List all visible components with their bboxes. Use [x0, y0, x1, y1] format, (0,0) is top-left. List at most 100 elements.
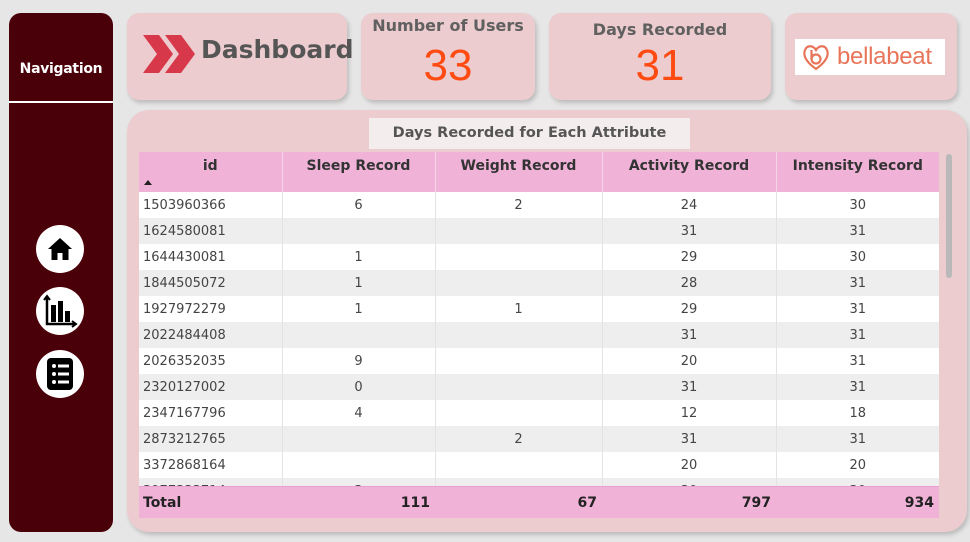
table-button[interactable] — [36, 350, 84, 398]
cell-activity: 30 — [602, 478, 777, 486]
column-header-sleep[interactable]: Sleep Record — [282, 152, 436, 192]
total-intensity: 934 — [904, 495, 934, 511]
cell-intensity: 30 — [849, 197, 867, 213]
list-icon — [47, 358, 73, 390]
cell-intensity: 31 — [849, 301, 867, 317]
cell-intensity: 31 — [849, 431, 867, 447]
cell-activity: 20 — [602, 348, 777, 374]
cell-sleep: 9 — [282, 348, 436, 374]
table-row: 2320127002 0 31 31 — [139, 374, 939, 400]
table-row: 2347167796 4 12 18 — [139, 400, 939, 426]
cell-weight — [435, 218, 603, 244]
cell-id: 1644430081 — [139, 244, 283, 270]
cell-sleep: 3 — [282, 478, 436, 486]
table-body[interactable]: 1503960366 6 2 24 30 1624580081 31 31 1644430081… — [139, 192, 939, 486]
bar-chart-icon — [43, 294, 78, 328]
cell-intensity: 30 — [849, 249, 867, 265]
cell-sleep: 4 — [282, 400, 436, 426]
users-value: 33 — [423, 41, 473, 90]
cell-intensity: 31 — [849, 275, 867, 291]
dashboard-title: Dashboard — [201, 35, 354, 64]
total-weight: 67 — [577, 495, 597, 511]
cell-weight — [435, 452, 603, 478]
total-activity: 797 — [741, 495, 771, 511]
cell-id: 3372868164 — [139, 452, 283, 478]
chart-button[interactable] — [36, 287, 84, 335]
cell-sleep — [282, 218, 436, 244]
bellabeat-logo-icon — [803, 45, 829, 71]
users-kpi-card: Number of Users 33 — [361, 13, 535, 100]
table-total-row: Total 111 67 797 934 — [139, 486, 939, 518]
table-row: 2873212765 2 31 31 — [139, 426, 939, 452]
cell-id: 1844505072 — [139, 270, 283, 296]
total-sleep: 111 — [400, 495, 430, 511]
column-header-id[interactable]: id — [139, 152, 283, 192]
cell-activity: 31 — [602, 322, 777, 348]
cell-weight — [435, 400, 603, 426]
cell-activity: 31 — [602, 426, 777, 452]
cell-weight — [435, 322, 603, 348]
cell-activity: 29 — [602, 244, 777, 270]
cell-sleep: 1 — [282, 244, 436, 270]
table-row: 1844505072 1 28 31 — [139, 270, 939, 296]
cell-sleep — [282, 426, 436, 452]
column-header-weight[interactable]: Weight Record — [435, 152, 603, 192]
cell-activity: 31 — [602, 218, 777, 244]
cell-activity: 28 — [602, 270, 777, 296]
home-icon — [48, 238, 72, 260]
cell-sleep — [282, 322, 436, 348]
cell-intensity: 31 — [849, 327, 867, 343]
cell-sleep: 1 — [282, 296, 436, 322]
cell-id: 1927972279 — [139, 296, 283, 322]
cell-activity: 20 — [602, 452, 777, 478]
column-header-activity[interactable]: Activity Record — [602, 152, 777, 192]
table-row: 1927972279 1 1 29 31 — [139, 296, 939, 322]
cell-intensity: 31 — [849, 353, 867, 369]
cell-id: 1503960366 — [139, 192, 283, 218]
total-label: Total — [143, 495, 182, 511]
navigation-title: Navigation — [19, 61, 103, 77]
cell-intensity: 18 — [849, 405, 867, 421]
cell-intensity: 31 — [849, 379, 867, 395]
navigation-sidebar: Navigation — [9, 13, 113, 532]
cell-sleep: 6 — [282, 192, 436, 218]
days-kpi-card: Days Recorded 31 — [549, 13, 771, 100]
logo-text: bellabeat — [837, 43, 932, 70]
nav-divider — [9, 101, 113, 103]
days-value: 31 — [635, 41, 685, 90]
cell-id: 3977333714 — [139, 478, 283, 486]
table-row: 2026352035 9 20 31 — [139, 348, 939, 374]
cell-activity: 31 — [602, 374, 777, 400]
cell-weight — [435, 478, 603, 486]
table-row: 1624580081 31 31 — [139, 218, 939, 244]
cell-id: 2873212765 — [139, 426, 283, 452]
cell-weight: 2 — [435, 192, 603, 218]
cell-id: 2347167796 — [139, 400, 283, 426]
cell-id: 2320127002 — [139, 374, 283, 400]
users-label: Number of Users — [372, 16, 524, 35]
cell-weight — [435, 348, 603, 374]
cell-intensity: 31 — [849, 223, 867, 239]
days-label: Days Recorded — [592, 20, 728, 39]
cell-id: 2026352035 — [139, 348, 283, 374]
cell-weight: 2 — [435, 426, 603, 452]
cell-intensity: 30 — [776, 478, 939, 487]
cell-sleep: 1 — [282, 270, 436, 296]
sort-ascending-icon — [144, 180, 152, 185]
double-chevron-icon — [143, 35, 195, 73]
cell-activity: 24 — [602, 192, 777, 218]
scrollbar-thumb[interactable] — [946, 154, 952, 278]
cell-weight — [435, 244, 603, 270]
table-scrollbar[interactable] — [946, 154, 952, 518]
logo-card: bellabeat — [785, 13, 957, 100]
column-header-intensity[interactable]: Intensity Record — [776, 152, 939, 192]
home-button[interactable] — [36, 225, 84, 273]
dashboard-card: Dashboard — [127, 13, 353, 100]
bellabeat-logo: bellabeat — [795, 39, 945, 75]
cell-weight — [435, 374, 603, 400]
table-row: 39773337143 3030 — [139, 478, 939, 486]
table-row: 1503960366 6 2 24 30 — [139, 192, 939, 218]
cell-sleep — [282, 452, 436, 478]
data-table: id Sleep Record Weight Record Activity R… — [139, 152, 939, 518]
cell-activity: 29 — [602, 296, 777, 322]
